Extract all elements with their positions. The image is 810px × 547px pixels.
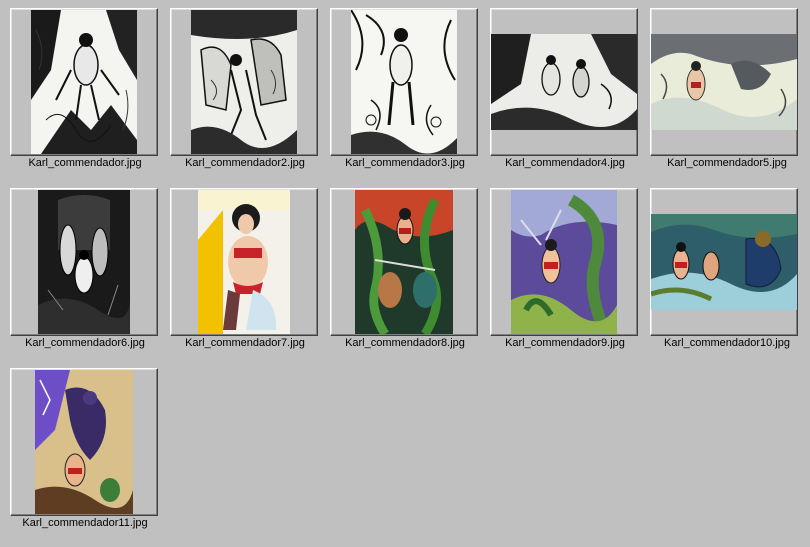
thumbnail-image[interactable]: [191, 10, 297, 154]
file-name[interactable]: Karl_commendador4.jpg: [490, 157, 640, 169]
thumbnail-image[interactable]: [355, 190, 453, 334]
thumbnail-grid: Karl_commendador.jpg Karl_commendador2.j…: [10, 8, 800, 547]
thumbnail-frame[interactable]: [330, 8, 478, 156]
file-item[interactable]: Karl_commendador4.jpg: [490, 8, 640, 188]
file-thumbnail-view: Karl_commendador.jpg Karl_commendador2.j…: [0, 0, 810, 547]
thumbnail-image[interactable]: [198, 190, 290, 334]
thumbnail-frame[interactable]: [650, 188, 798, 336]
file-name[interactable]: Karl_commendador2.jpg: [170, 157, 320, 169]
thumbnail-frame[interactable]: [10, 368, 158, 516]
thumbnail-image[interactable]: [31, 10, 137, 154]
file-item[interactable]: Karl_commendador8.jpg: [330, 188, 480, 368]
file-item[interactable]: Karl_commendador3.jpg: [330, 8, 480, 188]
file-item[interactable]: Karl_commendador6.jpg: [10, 188, 160, 368]
file-item[interactable]: Karl_commendador7.jpg: [170, 188, 320, 368]
file-item[interactable]: Karl_commendador.jpg: [10, 8, 160, 188]
thumbnail-frame[interactable]: [490, 8, 638, 156]
file-name[interactable]: Karl_commendador6.jpg: [10, 337, 160, 349]
file-name[interactable]: Karl_commendador7.jpg: [170, 337, 320, 349]
thumbnail-frame[interactable]: [330, 188, 478, 336]
thumbnail-image[interactable]: [511, 190, 617, 334]
file-item[interactable]: Karl_commendador2.jpg: [170, 8, 320, 188]
file-name[interactable]: Karl_commendador9.jpg: [490, 337, 640, 349]
thumbnail-frame[interactable]: [10, 188, 158, 336]
thumbnail-image[interactable]: [651, 34, 797, 130]
thumbnail-image[interactable]: [351, 10, 457, 154]
thumbnail-frame[interactable]: [170, 188, 318, 336]
thumbnail-frame[interactable]: [170, 8, 318, 156]
thumbnail-image[interactable]: [651, 214, 797, 310]
file-name[interactable]: Karl_commendador11.jpg: [10, 517, 160, 529]
file-item[interactable]: Karl_commendador5.jpg: [650, 8, 800, 188]
thumbnail-image[interactable]: [35, 370, 133, 514]
file-item[interactable]: Karl_commendador10.jpg: [650, 188, 800, 368]
file-name[interactable]: Karl_commendador.jpg: [10, 157, 160, 169]
file-name[interactable]: Karl_commendador10.jpg: [652, 337, 802, 349]
file-item[interactable]: Karl_commendador11.jpg: [10, 368, 160, 547]
file-name[interactable]: Karl_commendador8.jpg: [330, 337, 480, 349]
file-item[interactable]: Karl_commendador9.jpg: [490, 188, 640, 368]
thumbnail-frame[interactable]: [650, 8, 798, 156]
file-name[interactable]: Karl_commendador3.jpg: [330, 157, 480, 169]
thumbnail-image[interactable]: [491, 34, 637, 130]
file-name[interactable]: Karl_commendador5.jpg: [652, 157, 802, 169]
thumbnail-image[interactable]: [38, 190, 130, 334]
thumbnail-frame[interactable]: [490, 188, 638, 336]
thumbnail-frame[interactable]: [10, 8, 158, 156]
